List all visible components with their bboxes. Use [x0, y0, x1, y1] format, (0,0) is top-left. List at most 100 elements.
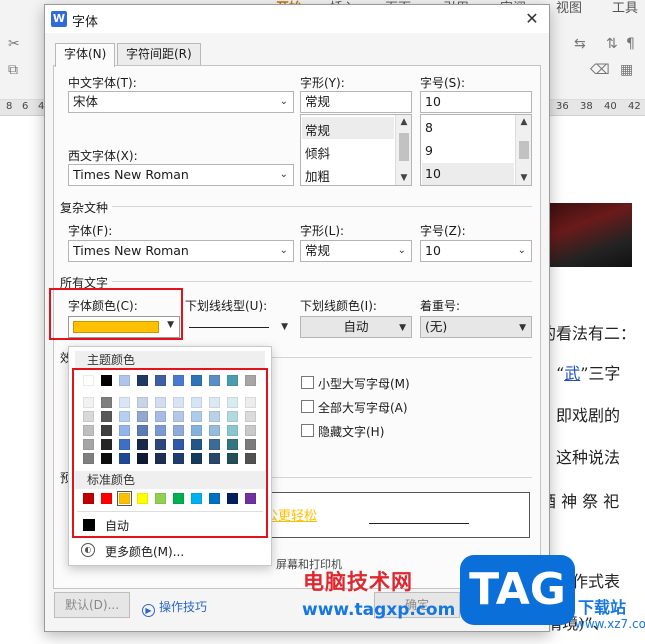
font-style-list[interactable]: 常规 倾斜 加粗 ▲ ▼: [300, 114, 412, 186]
indent-icon[interactable]: ⇆: [574, 36, 586, 52]
theme-shade-swatch[interactable]: [119, 397, 130, 408]
theme-shade-swatch[interactable]: [137, 453, 148, 464]
scroll-down-icon[interactable]: ▼: [396, 173, 412, 183]
tab-font[interactable]: 字体(N): [55, 43, 116, 67]
theme-shade-swatch[interactable]: [191, 453, 202, 464]
more-colors-option[interactable]: 更多颜色(M)...: [105, 543, 184, 560]
border-icon[interactable]: ▦: [620, 62, 633, 78]
theme-shade-swatch[interactable]: [209, 411, 220, 422]
theme-color-swatch[interactable]: [209, 375, 220, 386]
theme-shade-swatch[interactable]: [227, 411, 238, 422]
theme-shade-swatch[interactable]: [191, 425, 202, 436]
dialog-titlebar[interactable]: W 字体 ✕: [45, 5, 549, 33]
scroll-thumb[interactable]: [399, 133, 409, 161]
ribbon-tab-view[interactable]: 视图: [556, 0, 582, 16]
clear-format-icon[interactable]: ⌫: [590, 62, 610, 78]
theme-shade-swatch[interactable]: [101, 411, 112, 422]
theme-shade-swatch[interactable]: [119, 411, 130, 422]
theme-color-swatch[interactable]: [155, 375, 166, 386]
tips-link[interactable]: ▶ 操作技巧: [142, 598, 207, 617]
theme-shade-swatch[interactable]: [245, 425, 256, 436]
underline-color-select[interactable]: 自动 ▼: [300, 316, 412, 338]
theme-shade-swatch[interactable]: [191, 439, 202, 450]
theme-shade-swatch[interactable]: [245, 453, 256, 464]
theme-shade-swatch[interactable]: [83, 411, 94, 422]
font-style-input[interactable]: 常规: [300, 91, 412, 113]
tab-character-spacing[interactable]: 字符间距(R): [117, 43, 201, 66]
theme-shade-swatch[interactable]: [173, 425, 184, 436]
theme-color-swatch[interactable]: [173, 375, 184, 386]
font-size-input[interactable]: 10: [420, 91, 532, 113]
theme-shade-swatch[interactable]: [227, 397, 238, 408]
theme-shade-swatch[interactable]: [227, 439, 238, 450]
theme-shade-swatch[interactable]: [83, 425, 94, 436]
theme-color-swatch[interactable]: [101, 375, 112, 386]
theme-shade-swatch[interactable]: [119, 439, 130, 450]
standard-color-swatch[interactable]: [191, 493, 202, 504]
theme-shade-swatch[interactable]: [155, 439, 166, 450]
theme-shade-swatch[interactable]: [119, 425, 130, 436]
standard-color-swatch[interactable]: [155, 493, 166, 504]
font-style-option[interactable]: 常规: [305, 120, 330, 139]
scroll-down-icon[interactable]: ▼: [516, 173, 532, 183]
theme-shade-swatch[interactable]: [173, 397, 184, 408]
emphasis-mark-select[interactable]: (无) ▼: [420, 316, 532, 338]
cut-icon[interactable]: ✂: [8, 36, 20, 52]
font-size-list[interactable]: 8 9 10 ▲ ▼: [420, 114, 532, 186]
small-caps-checkbox[interactable]: [301, 376, 314, 389]
scroll-up-icon[interactable]: ▲: [396, 117, 412, 127]
paragraph-icon[interactable]: ¶: [626, 36, 635, 52]
theme-shade-swatch[interactable]: [245, 411, 256, 422]
default-button[interactable]: 默认(D)...: [54, 592, 130, 618]
theme-shade-swatch[interactable]: [137, 439, 148, 450]
font-style-option[interactable]: 倾斜: [305, 143, 330, 162]
font-size-scrollbar[interactable]: ▲ ▼: [515, 115, 531, 185]
theme-color-swatch[interactable]: [245, 375, 256, 386]
western-font-select[interactable]: Times New Roman ⌄: [68, 164, 294, 186]
scroll-up-icon[interactable]: ▲: [516, 117, 532, 127]
theme-color-swatch[interactable]: [191, 375, 202, 386]
copy-icon[interactable]: ⧉: [8, 62, 18, 78]
underline-type-select[interactable]: ▼: [185, 316, 293, 338]
font-style-option[interactable]: 加粗: [305, 166, 330, 185]
doc-link[interactable]: 武: [564, 364, 580, 383]
theme-color-swatch[interactable]: [83, 375, 94, 386]
theme-shade-swatch[interactable]: [155, 425, 166, 436]
standard-color-swatch[interactable]: [137, 493, 148, 504]
theme-color-swatch[interactable]: [227, 375, 238, 386]
theme-shade-swatch[interactable]: [245, 439, 256, 450]
complex-style-select[interactable]: 常规 ⌄: [300, 240, 412, 262]
font-style-scrollbar[interactable]: ▲ ▼: [395, 115, 411, 185]
automatic-color-option[interactable]: 自动: [105, 517, 129, 534]
standard-color-swatch[interactable]: [117, 491, 132, 506]
theme-shade-swatch[interactable]: [83, 397, 94, 408]
theme-shade-swatch[interactable]: [245, 397, 256, 408]
standard-color-swatch[interactable]: [83, 493, 94, 504]
theme-shade-swatch[interactable]: [137, 397, 148, 408]
theme-shade-swatch[interactable]: [137, 411, 148, 422]
theme-shade-swatch[interactable]: [191, 397, 202, 408]
hidden-text-checkbox[interactable]: [301, 424, 314, 437]
complex-size-select[interactable]: 10 ⌄: [420, 240, 532, 262]
theme-shade-swatch[interactable]: [155, 411, 166, 422]
theme-shade-swatch[interactable]: [155, 397, 166, 408]
theme-shade-swatch[interactable]: [173, 411, 184, 422]
standard-color-swatch[interactable]: [209, 493, 220, 504]
theme-shade-swatch[interactable]: [209, 425, 220, 436]
font-size-option[interactable]: 8: [425, 120, 433, 135]
standard-color-swatch[interactable]: [245, 493, 256, 504]
theme-shade-swatch[interactable]: [155, 453, 166, 464]
complex-font-select[interactable]: Times New Roman ⌄: [68, 240, 294, 262]
standard-color-swatch[interactable]: [173, 493, 184, 504]
theme-shade-swatch[interactable]: [101, 453, 112, 464]
theme-shade-swatch[interactable]: [191, 411, 202, 422]
theme-shade-swatch[interactable]: [209, 397, 220, 408]
sort-icon[interactable]: ⇅: [606, 36, 618, 52]
theme-shade-swatch[interactable]: [227, 453, 238, 464]
theme-shade-swatch[interactable]: [173, 439, 184, 450]
theme-color-swatch[interactable]: [119, 375, 130, 386]
theme-shade-swatch[interactable]: [83, 453, 94, 464]
all-caps-checkbox[interactable]: [301, 400, 314, 413]
theme-shade-swatch[interactable]: [227, 425, 238, 436]
theme-color-swatch[interactable]: [137, 375, 148, 386]
